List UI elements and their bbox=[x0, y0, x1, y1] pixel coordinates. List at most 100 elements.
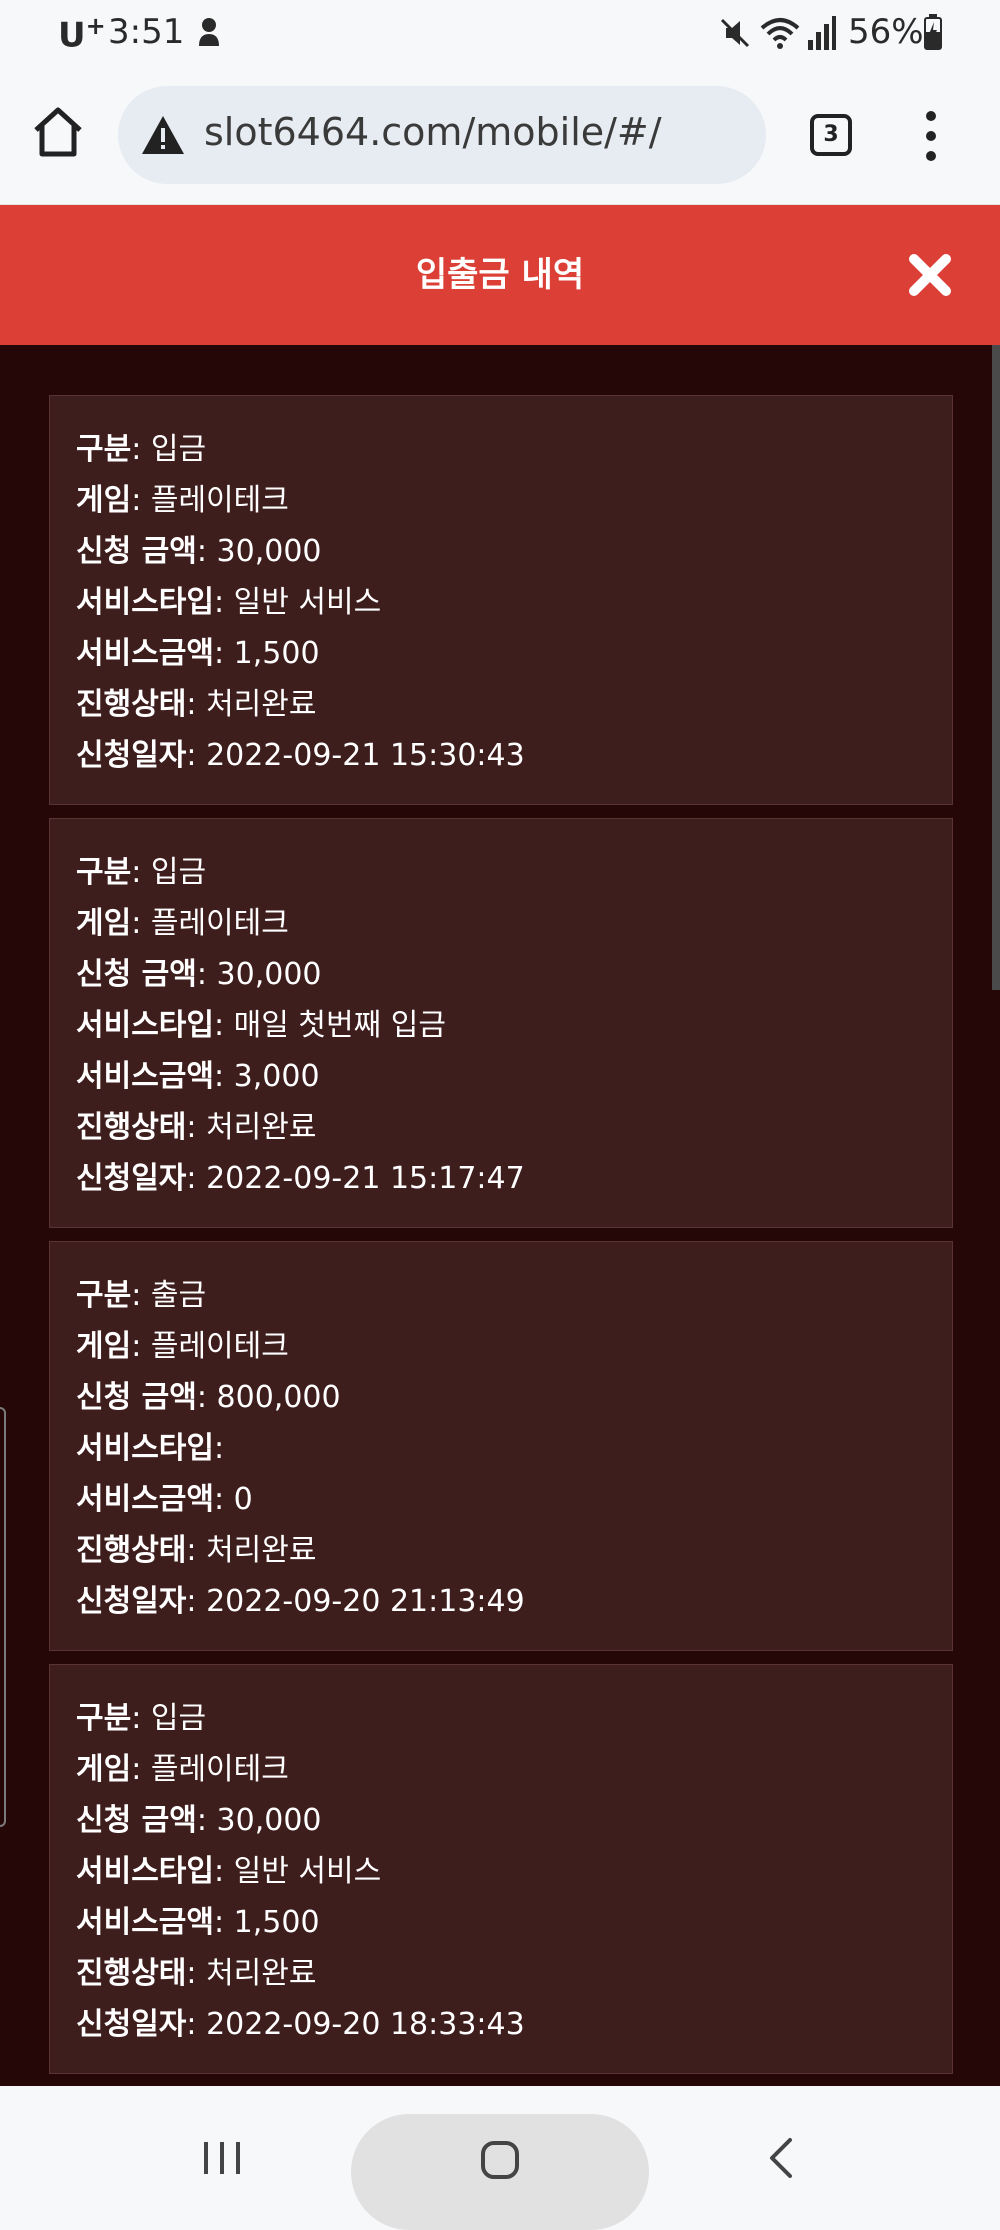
label-sep: : bbox=[214, 1482, 234, 1517]
label-sep: : bbox=[196, 1380, 217, 1415]
field-game: 게임: 플레이테크 bbox=[76, 898, 952, 949]
field-status: 진행상태: 처리완료 bbox=[76, 1948, 952, 1999]
modal-title: 입출금 내역 bbox=[415, 255, 585, 295]
label-game: 게임 bbox=[76, 906, 132, 941]
label-date: 신청일자 bbox=[76, 738, 187, 773]
value-status: 처리완료 bbox=[206, 1956, 317, 1991]
label-date: 신청일자 bbox=[76, 1161, 187, 1196]
field-date: 신청일자: 2022-09-21 15:17:47 bbox=[76, 1153, 952, 1204]
label-sep: : bbox=[131, 1752, 151, 1787]
field-amount: 신청 금액: 30,000 bbox=[76, 949, 952, 1000]
label-sep: : bbox=[186, 1161, 207, 1196]
value-amount: 30,000 bbox=[216, 957, 322, 992]
label-service-type: 서비스타입 bbox=[76, 585, 214, 620]
value-type: 입금 bbox=[150, 432, 207, 467]
value-status: 처리완료 bbox=[206, 1533, 317, 1568]
edge-panel-handle[interactable] bbox=[0, 1407, 6, 1827]
carrier-name: U bbox=[58, 15, 86, 56]
field-service-type: 서비스타입: bbox=[76, 1423, 952, 1474]
label-status: 진행상태 bbox=[76, 687, 187, 722]
field-amount: 신청 금액: 30,000 bbox=[76, 526, 952, 577]
tabs-button[interactable]: 3 bbox=[810, 114, 852, 156]
record-card: 구분: 입금 게임: 플레이테크 신청 금액: 30,000 서비스타입: 매일… bbox=[49, 818, 953, 1228]
label-sep: : bbox=[214, 1008, 234, 1043]
label-status: 진행상태 bbox=[76, 1956, 187, 1991]
field-service-amount: 서비스금액: 0 bbox=[76, 1474, 952, 1525]
label-game: 게임 bbox=[76, 1752, 132, 1787]
browser-toolbar: slot6464.com/mobile/#/ 3 bbox=[0, 64, 1000, 205]
label-amount: 신청 금액 bbox=[76, 957, 197, 992]
url-text[interactable]: slot6464.com/mobile/#/ bbox=[204, 110, 662, 154]
label-amount: 신청 금액 bbox=[76, 534, 197, 569]
label-date: 신청일자 bbox=[76, 2007, 187, 2042]
warning-icon[interactable] bbox=[140, 114, 186, 156]
back-icon[interactable] bbox=[766, 2136, 796, 2180]
value-service-amount: 1,500 bbox=[233, 636, 320, 671]
field-service-amount: 서비스금액: 1,500 bbox=[76, 1897, 952, 1948]
value-date: 2022-09-21 15:30:43 bbox=[206, 738, 525, 773]
label-sep: : bbox=[186, 1584, 207, 1619]
value-amount: 30,000 bbox=[216, 1803, 322, 1838]
label-sep: : bbox=[186, 687, 207, 722]
system-nav-bar bbox=[0, 2086, 1000, 2230]
value-status: 처리완료 bbox=[206, 1110, 317, 1145]
record-card: 구분: 출금 게임: 플레이테크 신청 금액: 800,000 서비스타입: 서… bbox=[49, 1241, 953, 1651]
value-amount: 800,000 bbox=[216, 1380, 341, 1415]
label-service-type: 서비스타입 bbox=[76, 1854, 214, 1889]
label-game: 게임 bbox=[76, 1329, 132, 1364]
battery-icon bbox=[924, 14, 942, 50]
label-sep: : bbox=[186, 1110, 207, 1145]
field-status: 진행상태: 처리완료 bbox=[76, 1525, 952, 1576]
field-service-amount: 서비스금액: 1,500 bbox=[76, 628, 952, 679]
field-type: 구분: 입금 bbox=[76, 1693, 952, 1744]
value-service-amount: 3,000 bbox=[233, 1059, 320, 1094]
transaction-history-content[interactable]: 구분: 입금 게임: 플레이테크 신청 금액: 30,000 서비스타입: 일반… bbox=[0, 345, 1000, 2086]
label-sep: : bbox=[131, 906, 151, 941]
recents-icon[interactable] bbox=[200, 2138, 244, 2178]
home-icon[interactable] bbox=[30, 104, 86, 160]
nav-home-icon[interactable] bbox=[480, 2140, 520, 2180]
field-date: 신청일자: 2022-09-20 21:13:49 bbox=[76, 1576, 952, 1627]
carrier-plus: + bbox=[85, 12, 106, 40]
value-game: 플레이테크 bbox=[150, 906, 289, 941]
record-card: 구분: 입금 게임: 플레이테크 신청 금액: 30,000 서비스타입: 일반… bbox=[49, 395, 953, 805]
label-sep: : bbox=[131, 855, 151, 890]
value-type: 입금 bbox=[150, 1701, 207, 1736]
scrollbar-thumb[interactable] bbox=[992, 345, 1000, 990]
address-bar[interactable]: slot6464.com/mobile/#/ bbox=[118, 86, 766, 184]
notification-face-icon bbox=[199, 18, 219, 46]
label-date: 신청일자 bbox=[76, 1584, 187, 1619]
label-type: 구분 bbox=[76, 1278, 132, 1313]
value-game: 플레이테크 bbox=[150, 1752, 289, 1787]
label-sep: : bbox=[131, 1278, 151, 1313]
label-service-type: 서비스타입 bbox=[76, 1431, 214, 1466]
value-status: 처리완료 bbox=[206, 687, 317, 722]
value-type: 출금 bbox=[150, 1278, 207, 1313]
field-type: 구분: 출금 bbox=[76, 1270, 952, 1321]
close-icon[interactable] bbox=[906, 251, 954, 299]
label-sep: : bbox=[186, 738, 207, 773]
field-date: 신청일자: 2022-09-20 18:33:43 bbox=[76, 1999, 952, 2050]
field-date: 신청일자: 2022-09-21 15:30:43 bbox=[76, 730, 952, 781]
label-type: 구분 bbox=[76, 1701, 132, 1736]
label-sep: : bbox=[131, 1701, 151, 1736]
label-sep: : bbox=[196, 534, 217, 569]
value-date: 2022-09-20 21:13:49 bbox=[206, 1584, 525, 1619]
status-bar: U+ 3:51 56% bbox=[0, 0, 1000, 64]
field-service-type: 서비스타입: 일반 서비스 bbox=[76, 577, 952, 628]
field-game: 게임: 플레이테크 bbox=[76, 475, 952, 526]
modal-header: 입출금 내역 bbox=[0, 205, 1000, 345]
label-sep: : bbox=[214, 585, 234, 620]
label-amount: 신청 금액 bbox=[76, 1803, 197, 1838]
label-sep: : bbox=[131, 432, 151, 467]
label-type: 구분 bbox=[76, 432, 132, 467]
field-type: 구분: 입금 bbox=[76, 424, 952, 475]
more-vert-icon[interactable] bbox=[914, 108, 948, 164]
label-sep: : bbox=[131, 1329, 151, 1364]
wifi-icon bbox=[760, 18, 800, 49]
value-game: 플레이테크 bbox=[150, 1329, 289, 1364]
label-service-amount: 서비스금액 bbox=[76, 1905, 214, 1940]
field-game: 게임: 플레이테크 bbox=[76, 1744, 952, 1795]
carrier-label: U+ bbox=[58, 12, 106, 55]
label-service-amount: 서비스금액 bbox=[76, 636, 214, 671]
